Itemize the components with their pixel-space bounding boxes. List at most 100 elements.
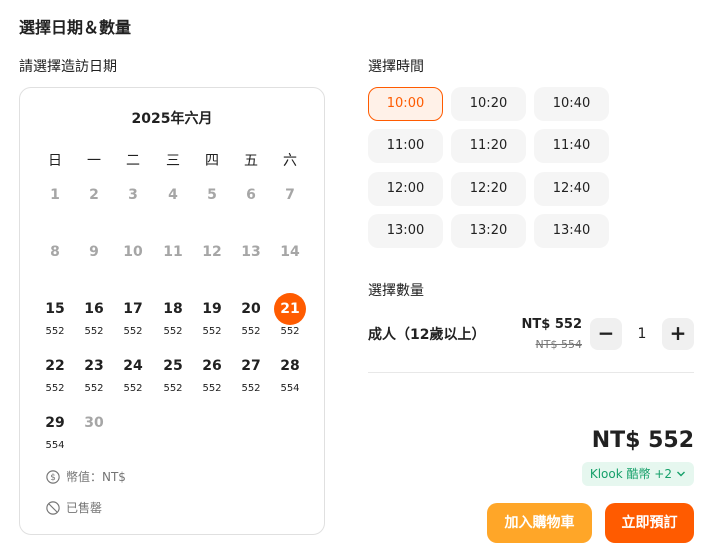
calendar-day[interactable]: 27 552 [231,350,271,395]
book-now-button[interactable]: 立即預訂 [605,503,694,543]
calendar-day: 12 [192,236,232,268]
quantity-minus-button[interactable]: − [590,318,622,350]
time-label: 選擇時間 [368,59,424,75]
calendar-day[interactable]: 22 552 [35,350,75,395]
calendar-day[interactable]: 29 554 [35,407,75,452]
calendar-label: 請選擇造訪日期 [19,59,117,75]
calendar-day-number: 7 [285,187,295,203]
calendar-day[interactable]: 21 552 [270,293,310,338]
calendar-day-number: 25 [163,358,183,374]
calendar-day: 10 [113,236,153,268]
calendar: 2025年六月 日 一 二 三 四 五 六 1 2 3 4 5 6 7 8 9 10 11 12 13 1… [19,87,325,535]
weekday-tue: 二 [126,153,140,169]
calendar-day: 13 [231,236,271,268]
time-slot[interactable]: 10:20 [451,87,526,121]
calendar-day-number: 2 [89,187,99,203]
calendar-day-number: 27 [241,358,261,374]
time-slot[interactable]: 13:20 [451,214,526,248]
add-to-cart-button[interactable]: 加入購物車 [487,503,592,543]
calendar-day: 6 [231,179,271,211]
calendar-day: 30 [74,407,114,439]
calendar-day-number: 16 [84,301,104,317]
calendar-day-price: 552 [241,383,261,394]
calendar-day-price: 552 [280,326,300,337]
calendar-day-price: 552 [202,326,222,337]
calendar-day[interactable]: 23 552 [74,350,114,395]
ticket-price: NT$ 552 [521,317,582,332]
calendar-day-number: 11 [163,244,183,260]
time-slot[interactable]: 12:40 [534,172,609,206]
calendar-day[interactable]: 16 552 [74,293,114,338]
calendar-day-price: 552 [123,383,143,394]
quantity-plus-button[interactable]: + [662,318,694,350]
calendar-day: 7 [270,179,310,211]
legend-soldout-label: 已售罄 [66,501,103,515]
calendar-day[interactable]: 20 552 [231,293,271,338]
calendar-day: 5 [192,179,232,211]
calendar-day-number: 28 [280,358,300,374]
calendar-day-number: 13 [241,244,261,260]
calendar-day-number: 23 [84,358,104,374]
time-slot[interactable]: 11:40 [534,129,609,163]
calendar-day-price: 552 [163,383,183,394]
prohibited-icon [46,500,60,515]
time-slot[interactable]: 13:40 [534,214,609,248]
calendar-day-number: 30 [84,415,104,431]
calendar-day: 14 [270,236,310,268]
calendar-day-number: 1 [50,187,60,203]
page-title: 選擇日期＆數量 [19,18,132,37]
calendar-day-number: 29 [45,415,65,431]
calendar-day[interactable]: 17 552 [113,293,153,338]
calendar-day-number: 14 [280,244,300,260]
time-slot[interactable]: 12:00 [368,172,443,206]
time-slot[interactable]: 10:00 [368,87,443,121]
divider [368,372,694,373]
calendar-day-number: 4 [168,187,178,203]
legend-soldout: 已售罄 [46,499,102,516]
legend-currency-label: 幣值：NT$ [66,470,126,484]
weekday-sun: 日 [48,153,62,169]
calendar-day[interactable]: 18 552 [153,293,193,338]
calendar-day-number: 5 [207,187,217,203]
calendar-day-price: 552 [123,326,143,337]
klook-coins-badge[interactable]: Klook 酷幣 +2 [581,462,694,486]
calendar-day[interactable]: 25 552 [153,350,193,395]
time-slot[interactable]: 11:20 [451,129,526,163]
calendar-day-number: 20 [241,301,261,317]
time-slot[interactable]: 11:00 [368,129,443,163]
chevron-down-icon [677,471,685,477]
calendar-day-number: 9 [89,244,99,260]
calendar-day-price: 552 [241,326,261,337]
weekday-thu: 四 [205,153,219,169]
weekday-mon: 一 [87,153,101,169]
calendar-day-number: 6 [246,187,256,203]
calendar-day: 1 [35,179,75,211]
calendar-day-price: 552 [45,326,65,337]
total-price: NT$ 552 [591,428,694,453]
dollar-circle-icon: $ [46,469,60,484]
calendar-day-number: 17 [123,301,143,317]
calendar-day-number: 15 [45,301,65,317]
calendar-day-price: 554 [45,440,65,451]
calendar-day-number: 21 [274,293,306,325]
calendar-day-price: 552 [84,383,104,394]
calendar-day-number: 26 [202,358,222,374]
time-slot[interactable]: 10:40 [534,87,609,121]
calendar-day[interactable]: 24 552 [113,350,153,395]
calendar-day[interactable]: 19 552 [192,293,232,338]
calendar-day-number: 19 [202,301,222,317]
calendar-day-price: 552 [45,383,65,394]
calendar-day-number: 8 [50,244,60,260]
calendar-day[interactable]: 26 552 [192,350,232,395]
calendar-month-title: 2025年六月 [131,111,213,127]
weekday-wed: 三 [166,153,180,169]
time-slot[interactable]: 12:20 [451,172,526,206]
ticket-type-label: 成人（12歲以上） [368,327,486,343]
calendar-day: 9 [74,236,114,268]
klook-coins-label: Klook 酷幣 +2 [589,467,672,481]
calendar-day-number: 12 [202,244,222,260]
calendar-day[interactable]: 28 554 [270,350,310,395]
calendar-day[interactable]: 15 552 [35,293,75,338]
time-slot[interactable]: 13:00 [368,214,443,248]
legend-currency: $ 幣值：NT$ [46,468,126,485]
